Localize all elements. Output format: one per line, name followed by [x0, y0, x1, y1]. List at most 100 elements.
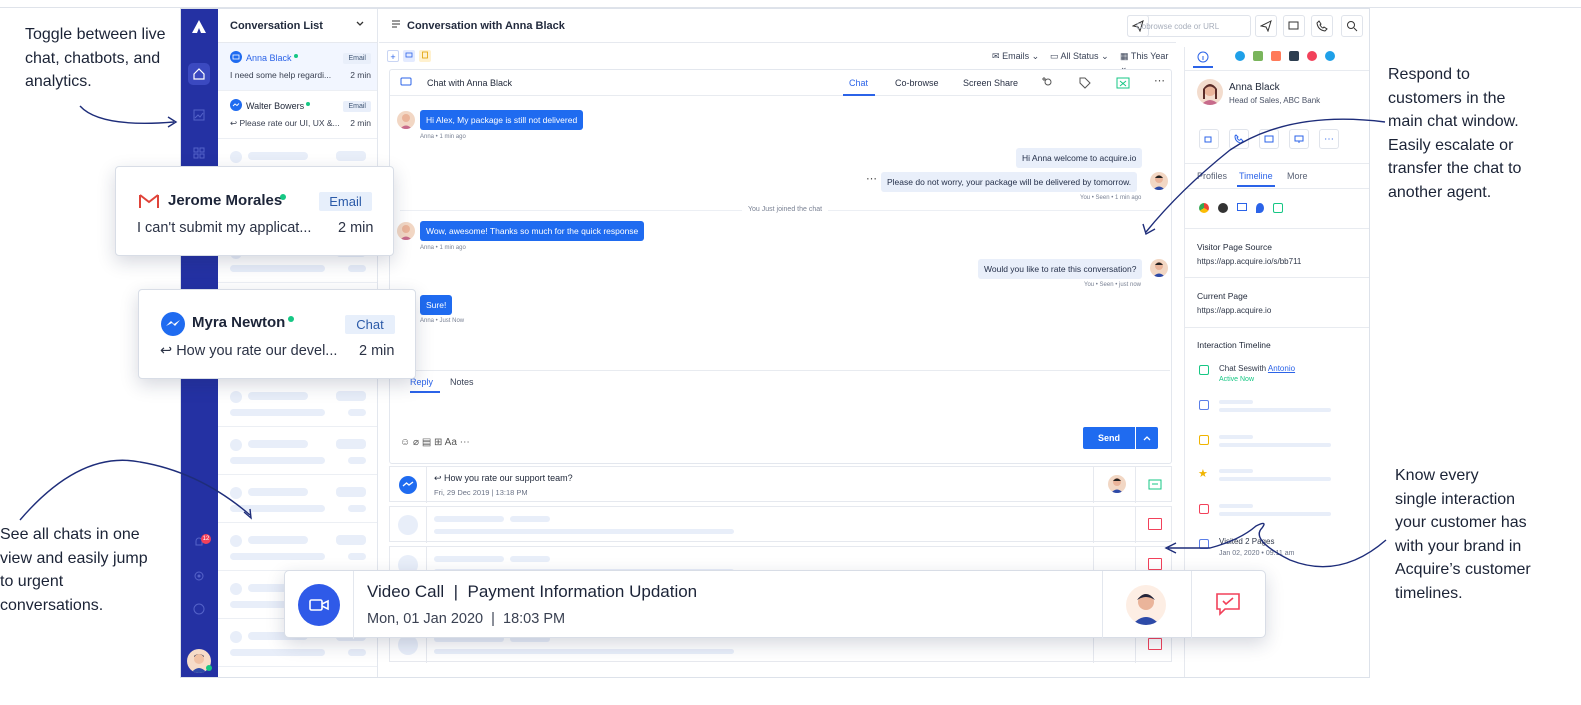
email-compose-icon[interactable]: [403, 50, 415, 62]
tab-screen-share[interactable]: Screen Share: [963, 78, 1018, 88]
send-arrow-icon[interactable]: [1255, 15, 1277, 37]
video-icon[interactable]: [1199, 129, 1219, 149]
integration-red-icon[interactable]: [1307, 51, 1317, 61]
chevron-down-icon[interactable]: [355, 19, 365, 32]
agent-avatar-small: [1150, 259, 1168, 277]
more-small-icon[interactable]: ⋯: [460, 437, 470, 448]
tab-co-browse[interactable]: Co-browse: [895, 78, 939, 88]
salesforce-icon[interactable]: [1235, 51, 1245, 61]
card-message-text: How you rate our devel...: [176, 343, 338, 359]
card-message-preview: I can't submit my applicat...: [137, 220, 312, 236]
emails-filter[interactable]: ✉ Emails ⌄: [992, 51, 1039, 62]
shopify-icon[interactable]: [1253, 51, 1263, 61]
timeline-row[interactable]: [389, 506, 1172, 543]
flag-chat-icon[interactable]: [1283, 15, 1305, 37]
chat-open-icon[interactable]: [1148, 478, 1162, 497]
home-icon[interactable]: [188, 63, 210, 85]
cobrowse-input[interactable]: Cobrowse code or URL: [1127, 15, 1251, 37]
phone-action-icon[interactable]: [1229, 129, 1249, 149]
apple-icon: [1218, 203, 1228, 213]
help-icon[interactable]: [188, 598, 210, 620]
attach-icon[interactable]: ⌀: [413, 437, 419, 448]
more-actions-icon[interactable]: ⋯: [1319, 129, 1339, 149]
chat-session-status: Active Now: [1219, 376, 1255, 383]
card-channel-tag: Email: [319, 192, 372, 211]
tag-icon[interactable]: [1078, 76, 1092, 92]
signal-icon: [1273, 203, 1283, 213]
acquire-logo: [190, 18, 208, 36]
timeline-row[interactable]: ↩ How you rate our support team? Fri, 29…: [389, 466, 1172, 503]
conversation-item[interactable]: Walter Bowers Email ↩ Please rate our UI…: [218, 91, 377, 139]
card-contact-name: Myra Newton: [192, 314, 286, 331]
menu-icon[interactable]: [391, 19, 401, 32]
chat-feedback-icon[interactable]: [1215, 592, 1241, 621]
close-chat-icon[interactable]: [1116, 76, 1130, 92]
timeline-alert-icon: [1199, 504, 1209, 514]
tab-profiles[interactable]: Profiles: [1197, 171, 1227, 181]
chat-icon: ▭: [1050, 51, 1059, 61]
device-icons: [1199, 203, 1283, 213]
message-options-icon[interactable]: ⋯: [866, 172, 877, 185]
more-icon[interactable]: ⋯: [1154, 74, 1165, 87]
visitor-source-url[interactable]: https://app.acquire.io/s/bb711: [1197, 257, 1301, 266]
format-text-button[interactable]: Aa: [445, 437, 457, 448]
chat-bubble-icon: [400, 76, 412, 90]
screen-share-icon[interactable]: [1289, 129, 1309, 149]
info-tab-indicator: [1193, 66, 1213, 68]
messenger-icon: [160, 311, 186, 342]
customer-avatar: [397, 222, 415, 240]
search-icon[interactable]: [1341, 15, 1363, 37]
tab-more[interactable]: More: [1287, 171, 1308, 181]
emoji-icon[interactable]: ☺: [400, 437, 410, 448]
video-call-datetime: Mon, 01 Jan 2020 | 18:03 PM: [367, 611, 565, 627]
phone-icon[interactable]: [1311, 15, 1333, 37]
apps-small-icon[interactable]: ⊞: [434, 437, 442, 448]
tab-timeline[interactable]: Timeline: [1239, 171, 1273, 181]
timeline-note-icon: [1199, 435, 1209, 445]
status-filter[interactable]: ▭ All Status ⌄: [1050, 51, 1109, 62]
conversation-item[interactable]: Anna Black Email I need some help regard…: [218, 43, 377, 91]
settings-icon[interactable]: [188, 565, 210, 587]
composer-toolbar: ☺ ⌀ ▤ ⊞ Aa ⋯: [400, 437, 470, 448]
conversation-list-header[interactable]: Conversation List: [218, 9, 377, 43]
zendesk-icon[interactable]: [1289, 51, 1299, 61]
template-icon[interactable]: ▤: [422, 437, 431, 448]
video-call-type: Video Call: [367, 582, 445, 601]
card-time: 2 min: [338, 220, 374, 236]
add-agent-icon[interactable]: [1040, 76, 1054, 92]
messenger-icon: [398, 475, 418, 500]
message-agent: Hi Anna welcome to acquire.io: [1016, 148, 1143, 168]
chat-conversation-card[interactable]: Myra Newton Chat ↩ How you rate our deve…: [138, 289, 416, 379]
send-options-button[interactable]: [1136, 427, 1158, 449]
integration-blue-icon[interactable]: [1325, 51, 1335, 61]
conversation-time: 2 min: [350, 118, 371, 128]
cobrowse-action-icon[interactable]: [1259, 129, 1279, 149]
current-page-url[interactable]: https://app.acquire.io: [1197, 306, 1271, 315]
timeline-tab-indicator: [1237, 185, 1275, 187]
chat-window: Chat with Anna Black Chat Co-browse Scre…: [389, 69, 1172, 464]
desktop-icon: [1237, 203, 1247, 211]
active-tab-indicator: [843, 94, 875, 96]
chrome-icon: [1199, 203, 1209, 213]
chat-session-title: Chat Seswith Antonio: [1219, 364, 1295, 373]
apps-icon[interactable]: [188, 142, 210, 164]
tab-notes[interactable]: Notes: [450, 377, 474, 387]
tab-chat[interactable]: Chat: [849, 78, 868, 88]
video-call-date: Mon, 01 Jan 2020: [367, 611, 484, 627]
chat-session-agent[interactable]: Antonio: [1268, 364, 1295, 373]
reply-icon: ↩: [160, 343, 177, 359]
video-call-title: Video Call | Payment Information Updatio…: [367, 582, 697, 602]
analytics-icon[interactable]: [188, 104, 210, 126]
send-button[interactable]: Send: [1083, 427, 1135, 449]
hubspot-icon[interactable]: [1271, 51, 1281, 61]
add-icon[interactable]: +: [387, 50, 399, 62]
note-icon[interactable]: [419, 50, 431, 62]
email-conversation-card[interactable]: Jerome Morales Email I can't submit my a…: [115, 166, 394, 256]
sub-toolbar: + ✉ Emails ⌄ ▭ All Status ⌄ ▦ This Year …: [379, 43, 1176, 72]
online-dot: [306, 102, 311, 106]
message-meta: You • Seen • 1 min ago: [1080, 195, 1142, 201]
visited-date: Jan 02, 2020 • 09:11 am: [1219, 550, 1295, 557]
video-call-time: 18:03 PM: [503, 611, 566, 627]
email-icon: ✉: [992, 51, 1000, 61]
video-call-card[interactable]: Video Call | Payment Information Updatio…: [284, 570, 1266, 639]
